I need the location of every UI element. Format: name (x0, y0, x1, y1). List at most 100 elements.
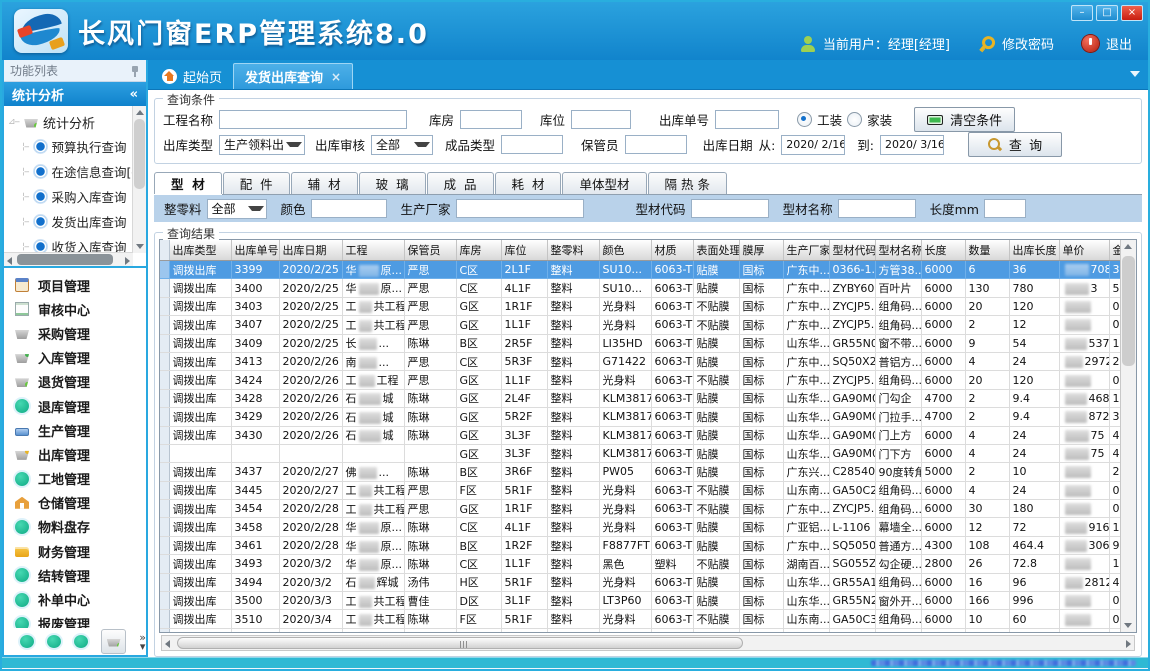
table-row[interactable]: 调拨出库34942020/3/2石辉城汤伟H区5R1F整料光身料6063-T5贴… (160, 573, 1120, 591)
close-icon[interactable]: × (331, 70, 341, 84)
column-header-出库单号[interactable]: 出库单号 (231, 240, 279, 261)
tree-root[interactable]: ⊿-- 统计分析 (8, 110, 132, 134)
search-button[interactable]: 查 询 (968, 132, 1062, 157)
radio-工装[interactable] (797, 112, 812, 127)
sidebar-item-退货管理[interactable]: 退货管理 (4, 370, 146, 394)
sidebar-item-采购管理[interactable]: 采购管理 (4, 321, 146, 345)
project-name-input[interactable] (219, 110, 407, 129)
sidebar-item-审核中心[interactable]: 审核中心 (4, 297, 146, 321)
logout-link[interactable]: 退出 (1106, 34, 1132, 53)
table-row[interactable]: 调拨出库35002020/3/3工共工程曹佳D区3L1F整料LT3P606063… (160, 592, 1120, 610)
table-row[interactable]: 调拨出库34072020/2/25工共工程严思G区1L1F整料光身料6063-T… (160, 316, 1120, 334)
minimize-button[interactable]: – (1071, 5, 1093, 21)
sidebar-item-入库管理[interactable]: 入库管理 (4, 346, 146, 370)
maximize-button[interactable]: □ (1096, 5, 1118, 21)
sidebar-item-财务管理[interactable]: 财务管理 (4, 539, 146, 563)
sidebar-item-结转管理[interactable]: 结转管理 (4, 563, 146, 587)
material-tab-耗材[interactable]: 耗 材 (495, 172, 562, 194)
dot-icon[interactable] (20, 635, 34, 648)
material-tab-单体型材[interactable]: 单体型材 (562, 172, 646, 194)
sidebar-item-报废管理[interactable]: 报废管理 (4, 612, 146, 628)
column-header-库房[interactable]: 库房 (456, 240, 501, 261)
column-header-库位[interactable]: 库位 (501, 240, 547, 261)
sidebar-item-物料盘存[interactable]: 物料盘存 (4, 515, 146, 539)
change-password-link[interactable]: 修改密码 (1002, 34, 1054, 53)
cart-quick-button[interactable] (101, 629, 126, 654)
manufacturer-input[interactable] (456, 199, 584, 218)
profile-name-input[interactable] (838, 199, 916, 218)
table-row[interactable]: 调拨出库34452020/2/27工共工程严思F区5R1F整料光身料6063-T… (160, 481, 1120, 499)
column-header-长度[interactable]: 长度 (921, 240, 965, 261)
tab-发货出库查询[interactable]: 发货出库查询× (233, 63, 353, 89)
close-button[interactable]: × (1121, 5, 1143, 21)
tree-vertical-scrollbar[interactable] (132, 106, 146, 253)
tree-item[interactable]: ¦--发货出库查询 (8, 209, 132, 234)
material-tab-成品[interactable]: 成 品 (427, 172, 494, 194)
tree-item[interactable]: ¦--采购入库查询 (8, 184, 132, 209)
table-row[interactable]: 调拨出库34132020/2/26南...严思C区5R3F整料G71422606… (160, 352, 1120, 370)
table-row[interactable]: 调拨出库34542020/2/28工共工程严思G区1R1F整料光身料6063-T… (160, 500, 1120, 518)
table-row[interactable]: 调拨出库34032020/2/25工共工程严思G区1R1F整料光身料6063-T… (160, 297, 1120, 315)
sidebar-item-退库管理[interactable]: 退库管理 (4, 394, 146, 418)
collapse-icon[interactable]: « (130, 87, 138, 102)
table-row[interactable]: G区3L3F整料KLM38176063-T5贴膜国标山东华...GA90M09.… (160, 444, 1120, 462)
keeper-input[interactable] (625, 135, 687, 154)
table-row[interactable]: 调拨出库34282020/2/26石城陈琳G区2L4F整料KLM38176063… (160, 389, 1120, 407)
pin-icon[interactable] (130, 65, 140, 77)
tab-overflow-icon[interactable] (1130, 71, 1140, 77)
length-input[interactable] (984, 199, 1026, 218)
column-header-保管员[interactable]: 保管员 (404, 240, 456, 261)
clear-conditions-button[interactable]: 清空条件 (914, 107, 1015, 132)
table-row[interactable]: 调拨出库33992020/2/25华原...严思C区2L1F整料SU10...6… (160, 261, 1120, 279)
more-chevron[interactable]: »▾ (139, 633, 146, 651)
tab-起始页[interactable]: 起始页 (151, 64, 233, 89)
table-row[interactable]: 调拨出库34612020/2/28华原...陈琳B区1R2F整料F8877FT6… (160, 536, 1120, 554)
material-tab-辅材[interactable]: 辅 材 (291, 172, 358, 194)
column-header-材质[interactable]: 材质 (651, 240, 693, 261)
order-no-input[interactable] (715, 110, 779, 129)
location-input[interactable] (571, 110, 631, 129)
column-header-单价[interactable]: 单价 (1059, 240, 1109, 261)
table-row[interactable]: 调拨出库34002020/2/25华原...严思C区4L1F整料SU10...6… (160, 279, 1120, 297)
column-header-颜色[interactable]: 颜色 (599, 240, 651, 261)
dot-icon[interactable] (74, 635, 88, 648)
profile-code-input[interactable] (691, 199, 769, 218)
column-header-出库类型[interactable]: 出库类型 (169, 240, 231, 261)
table-row[interactable]: 调拨出库34292020/2/26石城陈琳G区5R2F整料KLM38176063… (160, 408, 1120, 426)
column-header-整零料[interactable]: 整零料 (547, 240, 599, 261)
date-to-picker[interactable]: 2020/ 3/16 (880, 135, 944, 155)
column-header-出库日期[interactable]: 出库日期 (279, 240, 342, 261)
table-row[interactable]: 调拨出库34932020/3/2华原...陈琳C区1L1F整料黑色塑料不贴膜国标… (160, 555, 1120, 573)
column-header-金[interactable]: 金 (1109, 240, 1120, 261)
sidebar-item-工地管理[interactable]: 工地管理 (4, 467, 146, 491)
sidebar-item-生产管理[interactable]: 生产管理 (4, 418, 146, 442)
grid-horizontal-scrollbar[interactable] (161, 635, 1135, 651)
product-type-input[interactable] (501, 135, 563, 154)
tree-item[interactable]: ¦--预算执行查询 (8, 134, 132, 159)
column-header-型材代码[interactable]: 型材代码 (829, 240, 875, 261)
date-from-picker[interactable]: 2020/ 2/16 (781, 135, 845, 155)
table-row[interactable]: 调拨出库35102020/3/4工共工程陈琳F区5R1F整料光身料6063-T5… (160, 610, 1120, 628)
color-input[interactable] (311, 199, 387, 218)
sidebar-item-补单中心[interactable]: 补单中心 (4, 587, 146, 611)
dot-icon[interactable] (47, 635, 61, 648)
material-tab-玻璃[interactable]: 玻 璃 (359, 172, 426, 194)
grid-vertical-scrollbar[interactable] (1120, 240, 1136, 632)
material-tab-型材[interactable]: 型 材 (154, 172, 222, 194)
table-row[interactable]: 调拨出库34092020/2/25长...陈琳B区2R5F整料LI35HD606… (160, 334, 1120, 352)
sidebar-item-项目管理[interactable]: 项目管理 (4, 273, 146, 297)
material-tab-隔热条[interactable]: 隔 热 条 (648, 172, 727, 194)
column-header-出库长度[interactable]: 出库长度 (1009, 240, 1059, 261)
sidebar-item-仓储管理[interactable]: 仓储管理 (4, 491, 146, 515)
table-row[interactable]: 调拨出库34242020/2/26工工程严思G区1L1F整料光身料6063-T5… (160, 371, 1120, 389)
tree-horizontal-scrollbar[interactable] (4, 252, 133, 266)
sidebar-item-出库管理[interactable]: 出库管理 (4, 442, 146, 466)
out-type-select[interactable]: 生产领料出库 (219, 135, 305, 155)
table-row[interactable]: 调拨出库34302020/2/26石城陈琳G区3L3F整料KLM38176063… (160, 426, 1120, 444)
radio-家装[interactable] (847, 112, 862, 127)
column-header-膜厚[interactable]: 膜厚 (739, 240, 783, 261)
warehouse-input[interactable] (460, 110, 522, 129)
audit-select[interactable]: 全部 (371, 135, 433, 155)
table-row[interactable]: 调拨出库35122020/3/4工共工程陈琳F区1L2F整料光身料6063-T5… (160, 628, 1120, 632)
column-header-型材名称[interactable]: 型材名称 (875, 240, 921, 261)
